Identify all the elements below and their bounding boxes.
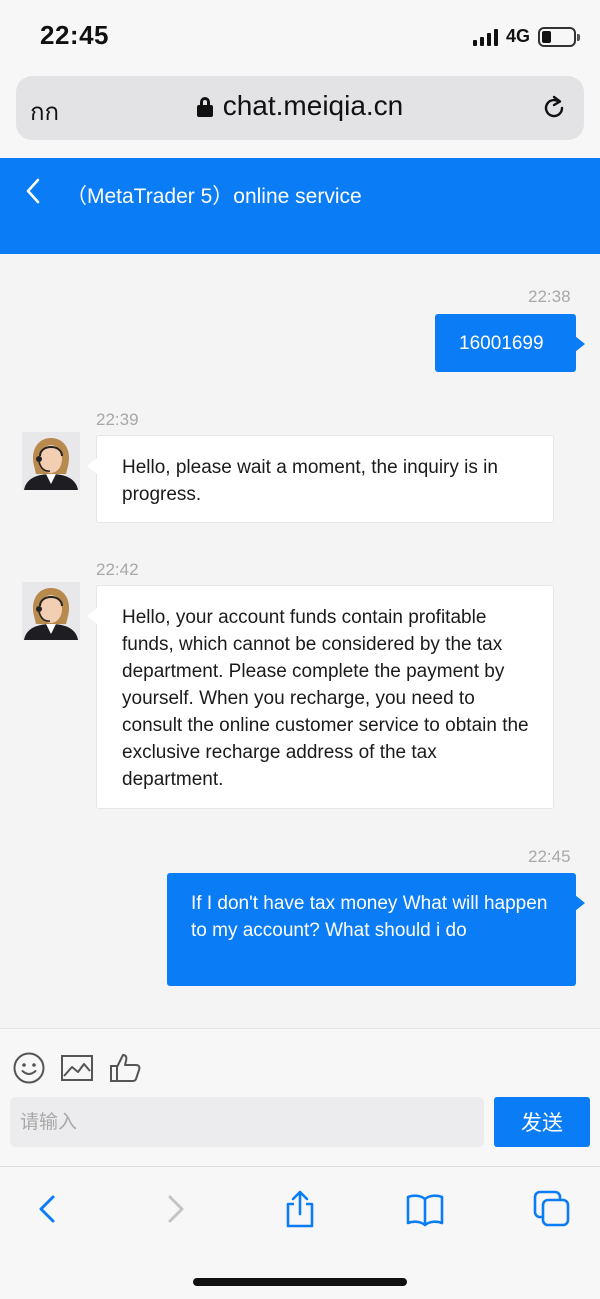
agent-avatar [22,582,80,640]
battery-icon [538,26,580,47]
tabs-icon[interactable] [532,1189,572,1229]
network-type: 4G [505,26,530,46]
image-icon[interactable] [60,1051,94,1085]
message-timestamp: 22:42 [96,560,139,579]
address-bar[interactable]: กก chat.meiqia.cn [16,76,584,140]
message-timestamp: 22:45 [528,847,571,866]
back-nav-icon[interactable] [28,1189,68,1229]
message-input[interactable] [10,1097,484,1147]
message-timestamp: 22:38 [528,287,571,306]
agent-avatar [22,432,80,490]
signal-icon [472,28,498,46]
emoji-icon[interactable] [12,1051,46,1085]
status-bar: 22:45 4G [0,0,600,76]
message-list[interactable]: 22:38 16001699 22:39 Hello, please wait … [0,254,600,1028]
send-button[interactable]: 发送 [494,1097,590,1147]
url-display[interactable]: chat.meiqia.cn [16,90,584,122]
bookmarks-icon[interactable] [405,1189,445,1229]
share-icon[interactable] [280,1189,320,1229]
home-indicator[interactable] [193,1278,407,1286]
address-area: กก chat.meiqia.cn [0,76,600,158]
thumbs-up-icon[interactable] [108,1051,142,1085]
chat-header: （MetaTrader 5）online service [0,158,600,254]
url-text: chat.meiqia.cn [222,90,404,121]
message-bubble-outgoing: 16001699 [435,314,585,372]
message-bubble-outgoing: If I don't have tax money What will happ… [167,873,585,986]
message-timestamp: 22:39 [96,410,139,429]
composer: 发送 [0,1028,600,1166]
reload-icon[interactable] [540,94,568,122]
browser-toolbar [0,1166,600,1299]
message-bubble-incoming: Hello, your account funds contain profit… [87,585,554,809]
lock-icon [196,97,213,117]
status-time: 22:45 [40,20,109,50]
chat-title: （MetaTrader 5）online service [66,185,362,208]
forward-nav-icon[interactable] [155,1189,195,1229]
message-bubble-incoming: Hello, please wait a moment, the inquiry… [87,435,554,523]
status-indicators: 4G [472,26,580,47]
back-icon[interactable] [22,176,44,206]
